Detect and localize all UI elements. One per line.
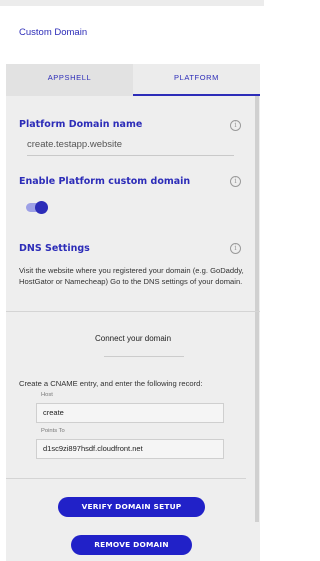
platform-domain-input[interactable] [27, 136, 234, 156]
panel-scrollbar[interactable] [255, 96, 259, 522]
info-icon[interactable]: i [230, 243, 241, 254]
page-header: Custom Domain [6, 6, 260, 64]
enable-custom-domain-label: Enable Platform custom domain [19, 176, 191, 187]
verify-domain-button[interactable]: VERIFY DOMAIN SETUP [58, 497, 205, 517]
dns-settings-description: Visit the website where you registered y… [19, 266, 244, 286]
dns-settings-label: DNS Settings [19, 243, 90, 254]
host-label: Host [41, 392, 53, 398]
title-underline [104, 356, 184, 357]
connect-domain-title: Connect your domain [94, 334, 172, 343]
platform-domain-label: Platform Domain name [19, 119, 143, 130]
tab-platform[interactable]: PLATFORM [133, 64, 260, 96]
remove-domain-button[interactable]: REMOVE DOMAIN [71, 535, 192, 555]
info-icon[interactable]: i [230, 176, 241, 187]
tab-appshell[interactable]: APPSHELL [6, 64, 133, 96]
section-divider [6, 311, 260, 312]
tab-bar: APPSHELL PLATFORM [6, 64, 260, 96]
platform-settings-panel [6, 96, 260, 561]
info-icon[interactable]: i [230, 120, 241, 131]
toggle-thumb[interactable] [35, 201, 48, 214]
section-divider [6, 478, 246, 479]
cname-instruction: Create a CNAME entry, and enter the foll… [19, 379, 203, 388]
host-field[interactable]: create [36, 403, 224, 423]
page-title: Custom Domain [19, 27, 88, 38]
points-to-label: Points To [41, 428, 65, 434]
points-to-field[interactable]: d1sc9zi897hsdf.cloudfront.net [36, 439, 224, 459]
